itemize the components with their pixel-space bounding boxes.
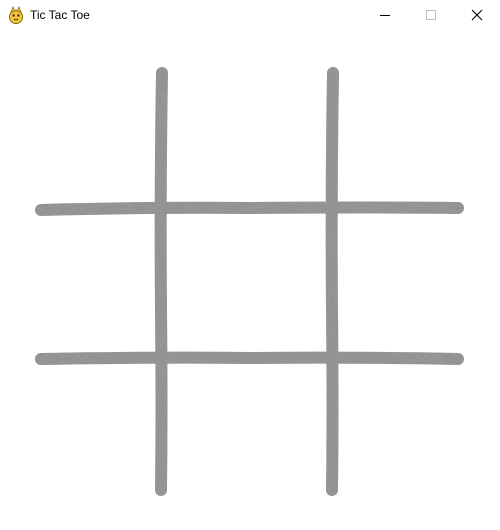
board-cell[interactable] <box>36 366 156 496</box>
board-cell[interactable] <box>36 216 156 352</box>
maximize-icon <box>426 10 436 20</box>
board-cell[interactable] <box>168 66 326 202</box>
grid-line-vertical-right <box>325 67 339 496</box>
board-cell[interactable] <box>36 66 156 202</box>
app-window: Tic Tac Toe <box>0 0 500 530</box>
board-cell[interactable] <box>168 216 326 352</box>
grid-line-horizontal-top <box>35 201 464 216</box>
board-cell[interactable] <box>168 366 326 496</box>
close-button[interactable] <box>454 0 500 30</box>
maximize-button[interactable] <box>408 0 454 30</box>
game-area <box>0 30 500 530</box>
board-cell[interactable] <box>339 216 463 352</box>
board-cell[interactable] <box>339 366 463 496</box>
grid-line-vertical-left <box>154 67 168 496</box>
grid-line-horizontal-bottom <box>35 351 464 365</box>
minimize-button[interactable] <box>362 0 408 30</box>
minimize-icon <box>380 15 390 16</box>
title-bar[interactable]: Tic Tac Toe <box>0 0 500 30</box>
window-title: Tic Tac Toe <box>30 8 90 22</box>
python-snake-icon <box>9 6 23 24</box>
board-cell[interactable] <box>339 66 463 202</box>
close-icon <box>471 9 483 21</box>
